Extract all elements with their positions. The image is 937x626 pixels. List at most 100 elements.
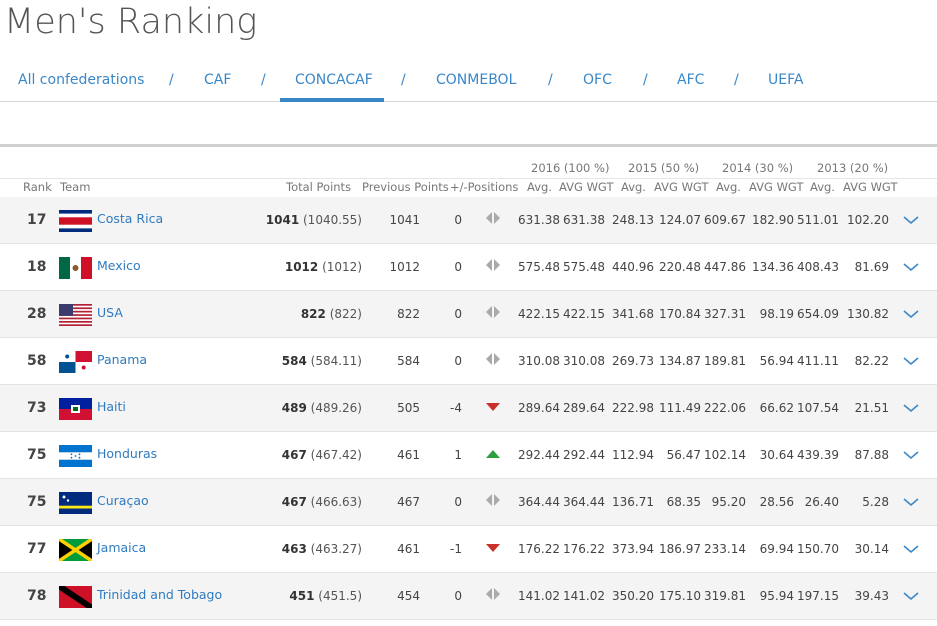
previous-points-cell: 584 <box>397 354 420 368</box>
team-link[interactable]: Honduras <box>97 446 157 461</box>
tab-all-confederations[interactable]: All confederations <box>18 72 144 88</box>
stat-cell: 269.73 <box>612 354 654 368</box>
tab-conmebol[interactable]: CONMEBOL <box>436 72 516 88</box>
chevron-down-icon[interactable] <box>901 587 921 601</box>
tab-caf[interactable]: CAF <box>204 72 231 88</box>
stat-cell: 28.56 <box>759 495 794 509</box>
team-link[interactable]: Curaçao <box>97 493 149 508</box>
total-points-cell: 489 (489.26) <box>230 401 362 415</box>
stat-cell: 111.49 <box>659 401 701 415</box>
stat-cell: 134.87 <box>659 354 701 368</box>
stat-cell: 134.36 <box>752 260 794 274</box>
team-link[interactable]: Mexico <box>97 258 141 273</box>
table-row[interactable]: 18 Mexico 1012 (1012) 1012 0 575.48 575.48 440.… <box>0 244 937 291</box>
stat-cell: 422.15 <box>563 307 605 321</box>
position-change-cell: 0 <box>454 260 462 274</box>
team-link[interactable]: Panama <box>97 352 147 367</box>
stat-cell: 364.44 <box>563 495 605 509</box>
chevron-down-icon[interactable] <box>901 352 921 366</box>
team-link[interactable]: Jamaica <box>97 540 146 555</box>
no-change-icon <box>484 350 502 368</box>
header-divider <box>0 178 937 179</box>
stat-cell: 176.22 <box>563 542 605 556</box>
chevron-down-icon[interactable] <box>901 258 921 272</box>
stat-cell: 233.14 <box>704 542 746 556</box>
table-row[interactable]: 75 Honduras 467 (467.42) 461 1 292.44 292.44 11… <box>0 432 937 479</box>
rank-cell: 18 <box>27 259 47 275</box>
stat-cell: 141.02 <box>563 589 605 603</box>
group-header-2014: 2014 (30 %) <box>722 161 794 175</box>
header-rank: Rank <box>23 180 52 194</box>
chevron-down-icon[interactable] <box>901 305 921 319</box>
stat-cell: 422.15 <box>518 307 560 321</box>
total-points-exact: (1040.55) <box>303 213 362 227</box>
team-link[interactable]: USA <box>97 305 123 320</box>
stat-cell: 222.98 <box>612 401 654 415</box>
team-link[interactable]: Costa Rica <box>97 211 163 226</box>
flag-icon <box>59 351 92 373</box>
stat-cell: 292.44 <box>518 448 560 462</box>
flag-icon <box>59 257 92 279</box>
stat-cell: 68.35 <box>666 495 701 509</box>
stat-cell: 5.28 <box>862 495 889 509</box>
stat-cell: 150.70 <box>797 542 839 556</box>
no-change-icon <box>484 209 502 227</box>
stat-cell: 170.84 <box>659 307 701 321</box>
stat-cell: 341.68 <box>612 307 654 321</box>
total-points: 1012 <box>284 260 319 274</box>
divider <box>0 144 937 147</box>
stat-cell: 30.64 <box>759 448 794 462</box>
rank-cell: 78 <box>27 588 47 604</box>
flag-icon <box>59 210 92 232</box>
chevron-down-icon[interactable] <box>901 211 921 225</box>
tab-concacaf[interactable]: CONCACAF <box>295 72 373 88</box>
table-row[interactable]: 78 Trinidad and Tobago 451 (451.5) 454 0 141.… <box>0 573 937 620</box>
chevron-down-icon[interactable] <box>901 399 921 413</box>
stat-cell: 292.44 <box>563 448 605 462</box>
table-row[interactable]: 58 Panama 584 (584.11) 584 0 310.08 310.08 269.… <box>0 338 937 385</box>
tab-uefa[interactable]: UEFA <box>768 72 803 88</box>
table-row[interactable]: 73 Haiti 489 (489.26) 505 -4 289.64 289.64 222.… <box>0 385 937 432</box>
previous-points-cell: 822 <box>397 307 420 321</box>
table-row[interactable]: 17 Costa Rica 1041 (1040.55) 1041 0 631.38 631… <box>0 197 937 244</box>
total-points: 467 <box>281 495 307 509</box>
previous-points-cell: 467 <box>397 495 420 509</box>
stat-cell: 69.94 <box>759 542 794 556</box>
chevron-down-icon[interactable] <box>901 540 921 554</box>
stat-cell: 186.97 <box>659 542 701 556</box>
chevron-down-icon[interactable] <box>901 493 921 507</box>
tab-afc[interactable]: AFC <box>677 72 704 88</box>
stat-cell: 575.48 <box>518 260 560 274</box>
header-team: Team <box>60 180 91 194</box>
header-previous-points: Previous Points <box>362 180 449 194</box>
table-row[interactable]: 77 Jamaica 463 (463.27) 461 -1 176.22 176.22 37… <box>0 526 937 573</box>
total-points: 1041 <box>265 213 300 227</box>
chevron-down-icon[interactable] <box>901 446 921 460</box>
tab-separator: / <box>643 72 648 88</box>
stat-cell: 189.81 <box>704 354 746 368</box>
stat-cell: 95.94 <box>759 589 794 603</box>
table-row[interactable]: 75 Curaçao 467 (466.63) 467 0 364.44 364.44 136… <box>0 479 937 526</box>
table-row[interactable]: 28 USA 822 (822) 822 0 422.15 422.15 341.68 170.… <box>0 291 937 338</box>
total-points-exact: (463.27) <box>310 542 362 556</box>
total-points-cell: 822 (822) <box>230 307 362 321</box>
team-link[interactable]: Trinidad and Tobago <box>97 587 222 602</box>
total-points-cell: 1012 (1012) <box>230 260 362 274</box>
total-points-cell: 463 (463.27) <box>230 542 362 556</box>
stat-cell: 112.94 <box>612 448 654 462</box>
stat-cell: 631.38 <box>563 213 605 227</box>
no-change-icon <box>484 491 502 509</box>
stat-cell: 87.88 <box>854 448 889 462</box>
stat-cell: 197.15 <box>797 589 839 603</box>
stat-cell: 222.06 <box>704 401 746 415</box>
stat-cell: 575.48 <box>563 260 605 274</box>
total-points-cell: 451 (451.5) <box>230 589 362 603</box>
header-avg: Avg. <box>621 180 646 194</box>
team-link[interactable]: Haiti <box>97 399 126 414</box>
stat-cell: 631.38 <box>518 213 560 227</box>
header-avg-wgt: AVG WGT <box>559 180 614 194</box>
stat-cell: 350.20 <box>612 589 654 603</box>
stat-cell: 98.19 <box>759 307 794 321</box>
tab-ofc[interactable]: OFC <box>583 72 612 88</box>
stat-cell: 102.14 <box>704 448 746 462</box>
